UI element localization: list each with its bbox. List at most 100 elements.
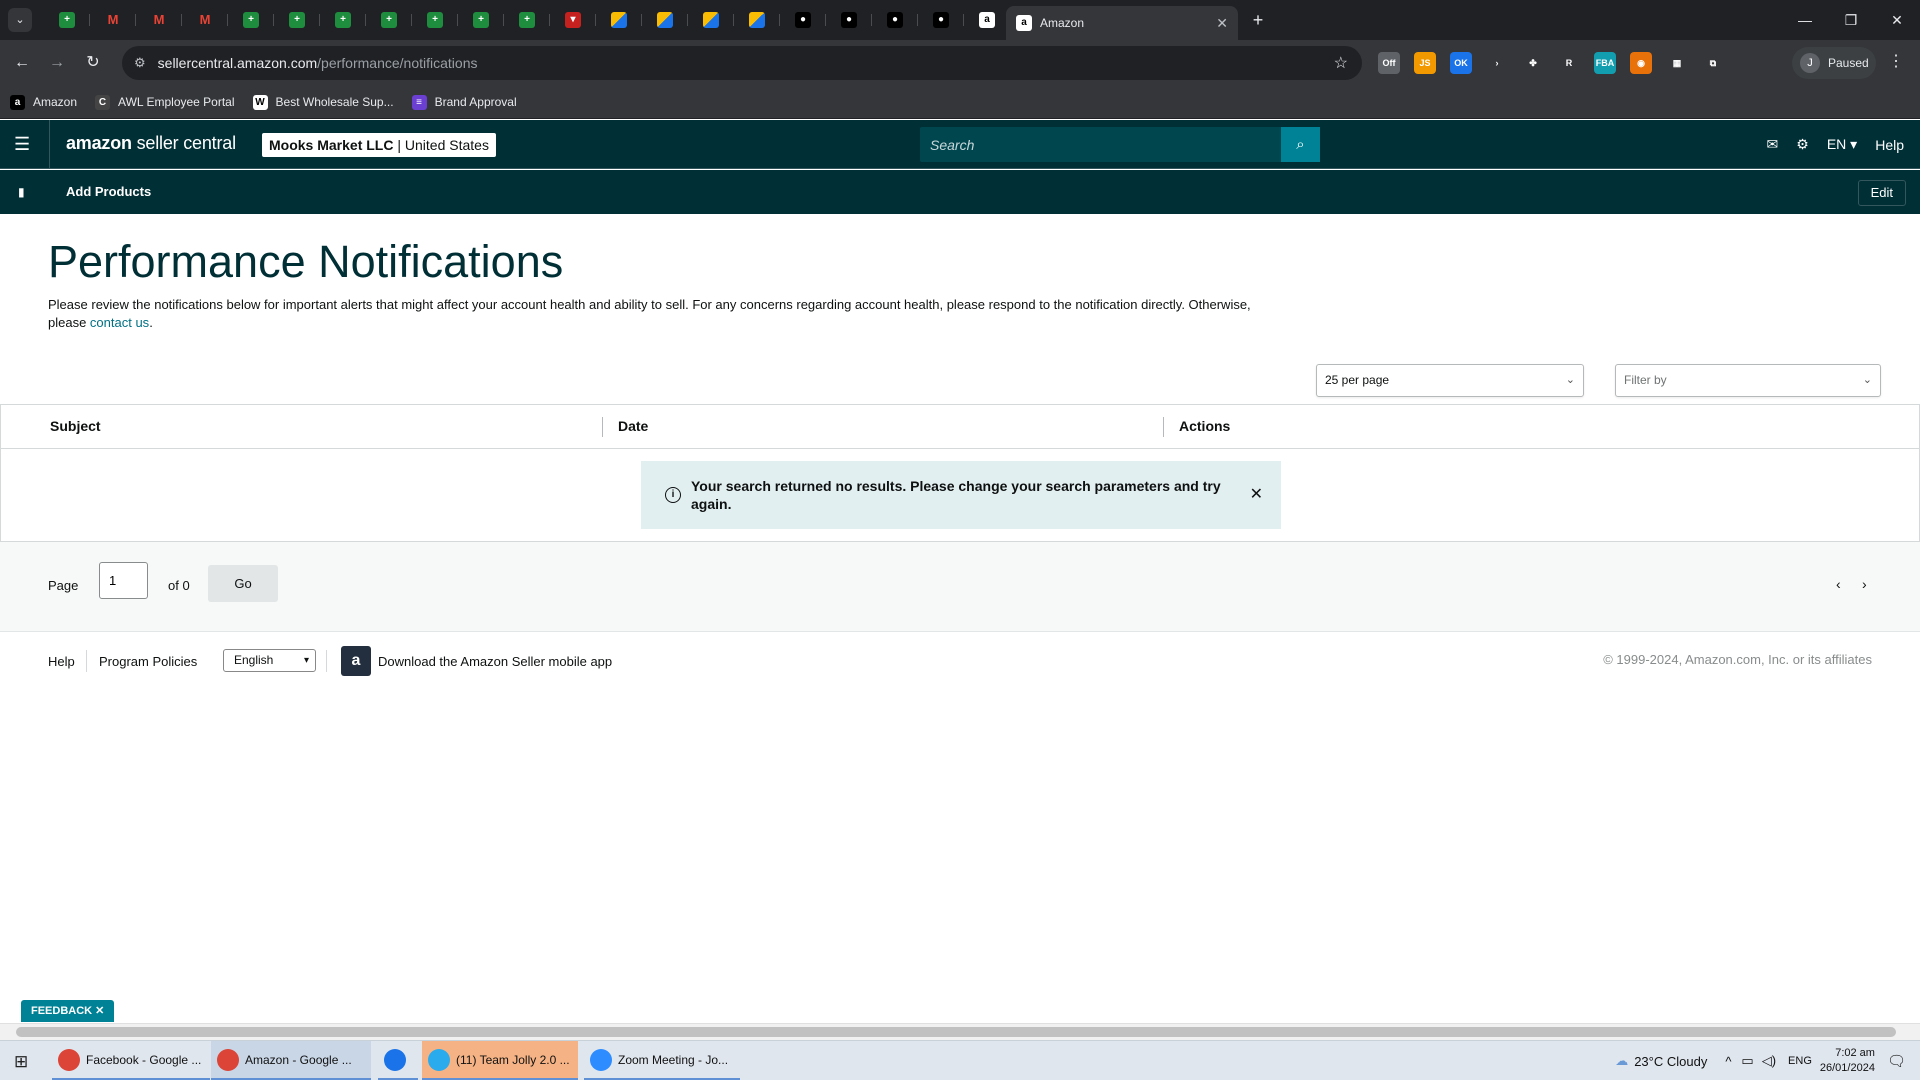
extension-icon[interactable]: Off [1378, 52, 1400, 74]
account-switcher[interactable]: Mooks Market LLC | United States [262, 133, 496, 157]
pinned-tab[interactable]: M [90, 6, 136, 34]
extension-icon[interactable]: OK [1450, 52, 1472, 74]
amazon-app-icon[interactable]: a [341, 646, 371, 676]
pinned-tab[interactable] [734, 6, 780, 34]
add-products-link[interactable]: Add Products [66, 184, 151, 199]
pinned-tab[interactable]: ▾ [550, 6, 596, 34]
pinned-tab[interactable]: ● [872, 6, 918, 34]
language-selector[interactable]: EN ▾ [1827, 136, 1857, 153]
column-date[interactable]: Date [618, 418, 648, 434]
extension-icon[interactable]: FBA [1594, 52, 1616, 74]
input-language[interactable]: ENG [1788, 1055, 1812, 1067]
extension-icon[interactable]: › [1486, 52, 1508, 74]
per-page-select[interactable]: 25 per page ⌄ [1316, 364, 1584, 397]
footer-language-select[interactable]: English ▾ [223, 649, 316, 672]
active-tab[interactable]: a Amazon ✕ [1006, 6, 1238, 40]
pinned-tab[interactable]: a [964, 6, 1010, 34]
mail-icon[interactable]: ✉ [1767, 136, 1779, 153]
pinned-tab[interactable]: M [182, 6, 228, 34]
pinned-tab[interactable]: + [320, 6, 366, 34]
speaker-icon[interactable]: ◁) [1762, 1053, 1776, 1069]
pinned-tab[interactable] [688, 6, 734, 34]
pinned-tab[interactable]: ● [826, 6, 872, 34]
gmail-favicon-icon: M [107, 12, 119, 27]
chevron-right-icon[interactable]: › [1862, 576, 1867, 592]
taskbar-item[interactable]: Facebook - Google ... [52, 1041, 210, 1080]
bookmark-star-icon[interactable]: ☆ [1334, 53, 1348, 73]
clock[interactable]: 7:02 am 26/01/2024 [1820, 1046, 1875, 1076]
chevron-down-icon: ⌄ [1862, 374, 1872, 386]
browser-menu-icon[interactable]: ⋮ [1888, 51, 1904, 71]
program-policies-link[interactable]: Program Policies [99, 654, 197, 669]
pinned-tab[interactable] [596, 6, 642, 34]
close-window-button[interactable]: ✕ [1874, 0, 1920, 40]
pinned-tab[interactable]: + [504, 6, 550, 34]
reload-button[interactable]: ↻ [81, 51, 105, 75]
search-icon[interactable]: ⌕ [1281, 127, 1320, 162]
download-app-link[interactable]: Download the Amazon Seller mobile app [378, 654, 612, 669]
filter-select[interactable]: Filter by ⌄ [1615, 364, 1881, 397]
go-button[interactable]: Go [208, 565, 278, 602]
notification-icon[interactable]: 🗨 [1887, 1052, 1906, 1070]
back-button[interactable]: ← [10, 51, 34, 75]
extension-icon[interactable]: JS [1414, 52, 1436, 74]
bookmark-item[interactable]: C AWL Employee Portal [95, 94, 235, 110]
pinned-tab[interactable]: M [136, 6, 182, 34]
bookmark-item[interactable]: W Best Wholesale Sup... [252, 94, 394, 110]
help-link[interactable]: Help [1875, 137, 1904, 153]
taskbar-item[interactable] [378, 1041, 418, 1080]
pinned-tab[interactable]: + [412, 6, 458, 34]
column-subject[interactable]: Subject [50, 418, 101, 434]
pinned-tab[interactable]: + [228, 6, 274, 34]
extension-icon[interactable]: ✤ [1522, 52, 1544, 74]
gear-icon[interactable]: ⚙ [1796, 136, 1809, 153]
pinned-tabs: + M M M + + + + + + + ▾ ● ● ● ● a [44, 6, 1010, 34]
page-number-input[interactable] [99, 562, 148, 599]
pinned-tab[interactable]: ● [918, 6, 964, 34]
forward-button[interactable]: → [45, 51, 69, 75]
pinned-tab[interactable] [642, 6, 688, 34]
taskbar-item[interactable]: Amazon - Google ... [211, 1041, 371, 1080]
pinned-tab[interactable]: ● [780, 6, 826, 34]
search-input[interactable] [920, 127, 1280, 162]
tab-search-button[interactable]: ⌄ [8, 8, 32, 32]
edit-button[interactable]: Edit [1857, 180, 1906, 206]
restore-button[interactable]: ❐ [1828, 0, 1874, 40]
scrollbar-thumb[interactable] [16, 1027, 1896, 1037]
bookmark-item[interactable]: ≡ Brand Approval [411, 94, 517, 110]
profile-status: Paused [1828, 56, 1869, 70]
extension-icon[interactable]: ▦ [1666, 52, 1688, 74]
extension-icon[interactable]: R [1558, 52, 1580, 74]
profile-button[interactable]: J Paused [1792, 47, 1876, 79]
app-icon [428, 1048, 450, 1071]
close-icon[interactable]: ✕ [1250, 484, 1263, 504]
pinned-tab[interactable]: + [458, 6, 504, 34]
footer-help-link[interactable]: Help [48, 654, 75, 669]
footer-language-value: English [234, 653, 274, 667]
pinned-tab[interactable]: + [274, 6, 320, 34]
hamburger-menu-icon[interactable]: ☰ [14, 134, 30, 155]
site-info-icon[interactable]: ⚙ [134, 55, 146, 71]
address-bar[interactable]: ⚙ sellercentral.amazon.com/performance/n… [122, 46, 1362, 80]
pagination: Page of 0 Go ‹ › [0, 542, 1920, 632]
bookmark-item[interactable]: a Amazon [10, 94, 77, 110]
extension-icon[interactable]: ◉ [1630, 52, 1652, 74]
weather-text[interactable]: 23°C Cloudy [1634, 1054, 1707, 1069]
taskbar-item[interactable]: Zoom Meeting - Jo... [584, 1041, 740, 1080]
extension-icon[interactable]: ⧉ [1702, 52, 1724, 74]
chevron-left-icon[interactable]: ‹ [1836, 576, 1841, 592]
pinned-tab[interactable]: + [366, 6, 412, 34]
minimize-button[interactable]: — [1782, 0, 1828, 40]
close-tab-icon[interactable]: ✕ [1216, 15, 1228, 32]
contact-us-link[interactable]: contact us [90, 315, 149, 330]
bookmark-icon[interactable]: ▮ [18, 185, 25, 199]
windows-start-icon[interactable]: ⊞ [14, 1052, 28, 1072]
new-tab-button[interactable]: + [1246, 8, 1270, 32]
horizontal-scrollbar[interactable] [0, 1023, 1920, 1040]
seller-central-logo[interactable]: amazon seller central [66, 133, 236, 154]
pinned-tab[interactable]: + [44, 6, 90, 34]
taskbar-item[interactable]: (11) Team Jolly 2.0 ... [422, 1041, 578, 1080]
network-icon[interactable]: ▭ [1741, 1053, 1753, 1069]
feedback-button[interactable]: FEEDBACK ✕ [21, 1000, 115, 1022]
chevron-up-icon[interactable]: ^ [1725, 1054, 1731, 1069]
